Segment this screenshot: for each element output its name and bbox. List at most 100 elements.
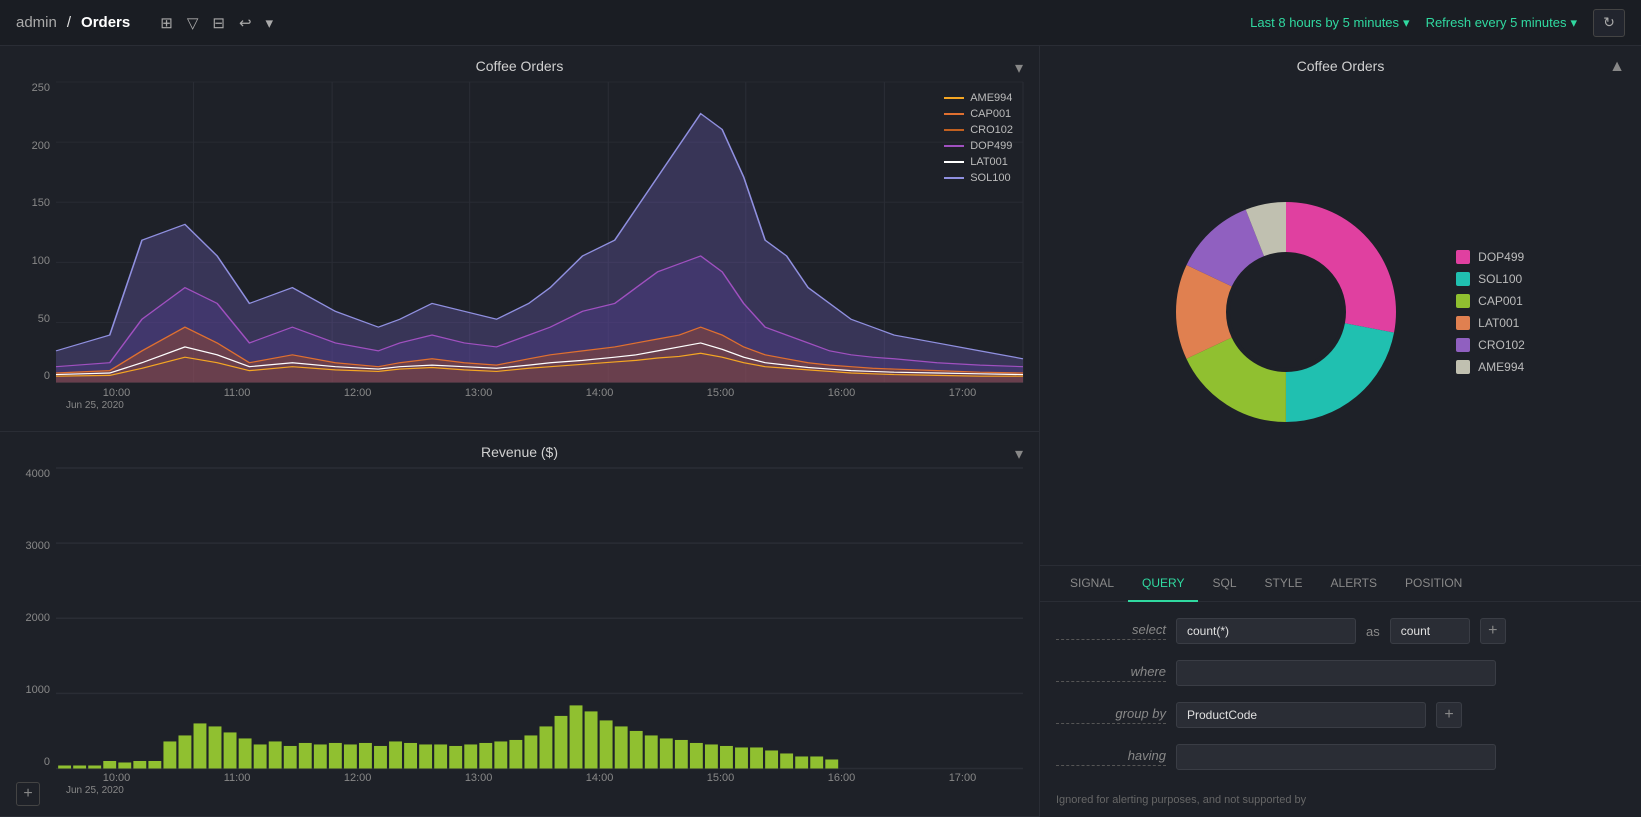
y-axis-top: 250 200 150 100 50 0 xyxy=(16,82,56,383)
revenue-panel: Revenue ($) ▾ 4000 3000 2000 1000 0 xyxy=(0,432,1039,817)
legend-item-dop499: DOP499 xyxy=(944,140,1013,152)
filter-icon[interactable]: ▽ xyxy=(187,14,199,32)
select-label: select xyxy=(1056,622,1166,640)
donut-legend-lat001: LAT001 xyxy=(1456,316,1525,330)
x-label-rev-1300: 13:00 xyxy=(465,772,493,784)
tab-sql[interactable]: SQL xyxy=(1198,566,1250,602)
header-left: admin / Orders ⊞ ▽ ⊟ ↩ ▾ xyxy=(16,14,273,32)
add-panel-button[interactable]: + xyxy=(16,782,40,806)
x-label-1300: 13:00 xyxy=(465,387,493,399)
x-label-rev-1200: 12:00 xyxy=(344,772,372,784)
bottom-chart-date: Jun 25, 2020 xyxy=(66,785,124,796)
donut-color-dop499 xyxy=(1456,250,1470,264)
y-label-50: 50 xyxy=(38,313,50,325)
legend-label-cro102: CRO102 xyxy=(970,124,1013,136)
donut-label-cro102: CRO102 xyxy=(1478,338,1525,352)
coffee-orders-title: Coffee Orders xyxy=(16,58,1023,74)
donut-label-sol100: SOL100 xyxy=(1478,272,1522,286)
donut-label-cap001: CAP001 xyxy=(1478,294,1523,308)
legend-label-sol100: SOL100 xyxy=(970,172,1010,184)
revenue-chart: 4000 3000 2000 1000 0 xyxy=(16,468,1023,799)
where-input[interactable] xyxy=(1176,660,1496,686)
x-label-rev-1000: 10:00 xyxy=(103,772,131,784)
group-by-input[interactable] xyxy=(1176,702,1426,728)
expand-icon[interactable]: ⊞ xyxy=(160,14,173,32)
legend-item-cro102: CRO102 xyxy=(944,124,1013,136)
time-range-selector[interactable]: Last 8 hours by 5 minutes ▾ xyxy=(1250,15,1409,31)
as-label: as xyxy=(1366,624,1380,639)
refresh-selector[interactable]: Refresh every 5 minutes ▾ xyxy=(1426,15,1577,31)
as-input[interactable] xyxy=(1390,618,1470,644)
left-panels: Coffee Orders ▾ 250 200 150 100 50 0 xyxy=(0,46,1040,817)
tab-alerts[interactable]: ALERTS xyxy=(1317,566,1391,602)
select-input[interactable] xyxy=(1176,618,1356,644)
refresh-button[interactable]: ↻ xyxy=(1593,9,1625,37)
legend-label-ame994: AME994 xyxy=(970,92,1012,104)
tab-query[interactable]: QUERY xyxy=(1128,566,1198,602)
y-label-150: 150 xyxy=(32,197,50,209)
donut-label-dop499: DOP499 xyxy=(1478,250,1524,264)
donut-legend: DOP499 SOL100 CAP001 LAT001 xyxy=(1456,250,1525,374)
time-range-label: Last 8 hours by 5 minutes xyxy=(1250,15,1399,30)
legend-color-sol100 xyxy=(944,177,964,179)
header-icons: ⊞ ▽ ⊟ ↩ ▾ xyxy=(160,14,273,32)
donut-panel: Coffee Orders ▲ xyxy=(1040,46,1641,566)
refresh-chevron: ▾ xyxy=(1570,15,1577,31)
header: admin / Orders ⊞ ▽ ⊟ ↩ ▾ Last 8 hours by… xyxy=(0,0,1641,46)
refresh-label: Refresh every 5 minutes xyxy=(1426,15,1567,30)
donut-legend-cap001: CAP001 xyxy=(1456,294,1525,308)
header-right: Last 8 hours by 5 minutes ▾ Refresh ever… xyxy=(1250,9,1625,37)
legend-item-cap001: CAP001 xyxy=(944,108,1013,120)
x-label-1100: 11:00 xyxy=(224,387,251,399)
save-icon[interactable]: ⊟ xyxy=(212,14,225,32)
query-note: Ignored for alerting purposes, and not s… xyxy=(1040,786,1641,814)
donut-label-lat001: LAT001 xyxy=(1478,316,1519,330)
legend-label-cap001: CAP001 xyxy=(970,108,1011,120)
having-input[interactable] xyxy=(1176,744,1496,770)
revenue-chevron[interactable]: ▾ xyxy=(1015,444,1023,464)
x-label-1500: 15:00 xyxy=(707,387,735,399)
x-label-1400: 14:00 xyxy=(586,387,614,399)
y-label-2000: 2000 xyxy=(26,612,50,624)
x-label-rev-1400: 14:00 xyxy=(586,772,614,784)
undo-icon[interactable]: ↩ xyxy=(239,14,252,32)
bar-chart-area xyxy=(56,468,1023,769)
select-row: select as + xyxy=(1056,618,1625,644)
donut-legend-ame994: AME994 xyxy=(1456,360,1525,374)
donut-legend-dop499: DOP499 xyxy=(1456,250,1525,264)
y-label-100: 100 xyxy=(32,255,50,267)
time-range-chevron: ▾ xyxy=(1403,15,1410,31)
x-label-1700: 17:00 xyxy=(949,387,977,399)
tab-signal[interactable]: SIGNAL xyxy=(1056,566,1128,602)
coffee-orders-panel: Coffee Orders ▾ 250 200 150 100 50 0 xyxy=(0,46,1039,432)
y-axis-bottom: 4000 3000 2000 1000 0 xyxy=(16,468,56,769)
x-label-1200: 12:00 xyxy=(344,387,372,399)
x-label-rev-1600: 16:00 xyxy=(828,772,856,784)
donut-label-ame994: AME994 xyxy=(1478,360,1524,374)
donut-chevron[interactable]: ▲ xyxy=(1609,58,1625,76)
legend-item-sol100: SOL100 xyxy=(944,172,1013,184)
path-separator: / xyxy=(67,14,71,31)
donut-color-ame994 xyxy=(1456,360,1470,374)
y-label-1000: 1000 xyxy=(26,684,50,696)
donut-legend-sol100: SOL100 xyxy=(1456,272,1525,286)
coffee-orders-chart: 250 200 150 100 50 0 xyxy=(16,82,1023,413)
bar-chart-svg xyxy=(56,468,1023,769)
tab-position[interactable]: POSITION xyxy=(1391,566,1476,602)
query-builder: SIGNAL QUERY SQL STYLE ALERTS POSITION s… xyxy=(1040,566,1641,817)
x-label-1600: 16:00 xyxy=(828,387,856,399)
revenue-title: Revenue ($) xyxy=(16,444,1023,460)
group-by-add-button[interactable]: + xyxy=(1436,702,1462,728)
x-label-1000: 10:00 xyxy=(103,387,131,399)
donut-legend-cro102: CRO102 xyxy=(1456,338,1525,352)
select-add-button[interactable]: + xyxy=(1480,618,1506,644)
x-label-rev-1100: 11:00 xyxy=(224,772,251,784)
donut-color-cap001 xyxy=(1456,294,1470,308)
donut-svg xyxy=(1156,182,1416,442)
tab-style[interactable]: STYLE xyxy=(1251,566,1317,602)
coffee-orders-chevron[interactable]: ▾ xyxy=(1015,58,1023,78)
x-label-rev-1700: 17:00 xyxy=(949,772,977,784)
y-label-0: 0 xyxy=(44,370,50,382)
x-axis-bottom: 10:00 11:00 12:00 13:00 14:00 15:00 16:0… xyxy=(56,768,1023,798)
dropdown-icon[interactable]: ▾ xyxy=(266,14,274,32)
